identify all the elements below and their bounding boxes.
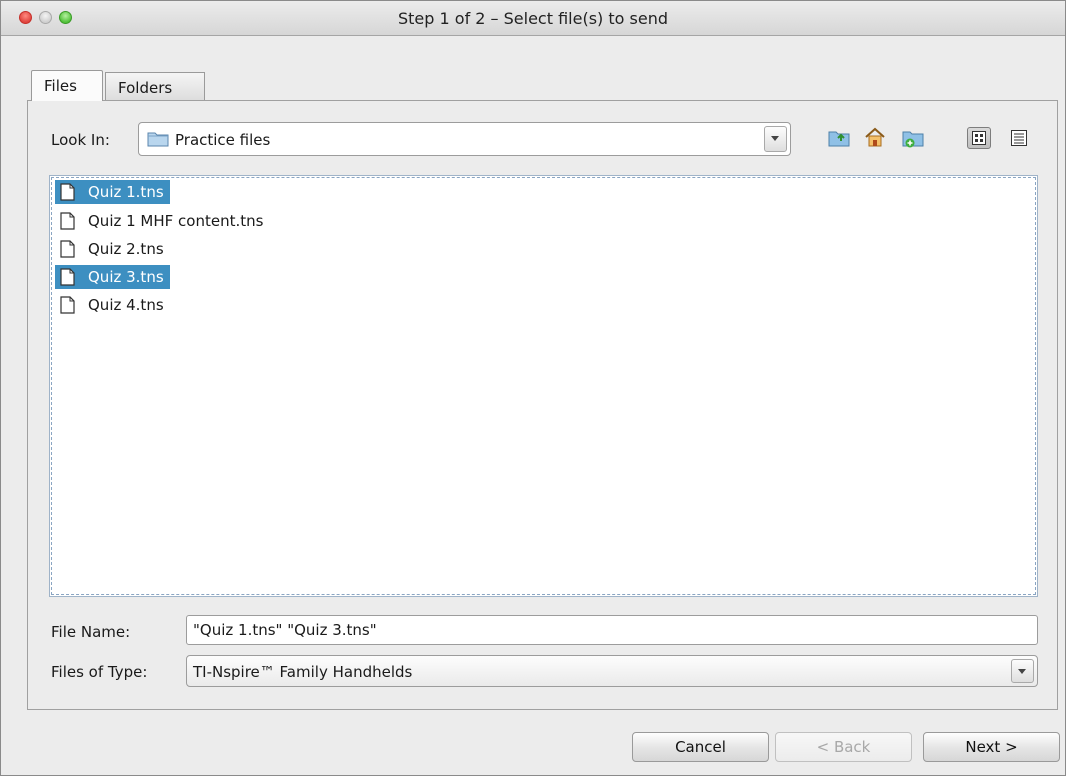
- next-button[interactable]: Next >: [923, 732, 1060, 762]
- tab-files[interactable]: Files: [31, 70, 103, 101]
- details-view-button[interactable]: [1007, 127, 1031, 149]
- look-in-dropdown-icon[interactable]: [764, 126, 787, 152]
- window-title: Step 1 of 2 – Select file(s) to send: [398, 9, 668, 28]
- folder-icon: [147, 132, 169, 147]
- file-name-input[interactable]: "Quiz 1.tns" "Quiz 3.tns": [186, 615, 1038, 645]
- tab-folders[interactable]: Folders: [105, 72, 205, 101]
- dialog-window: Step 1 of 2 – Select file(s) to send Fil…: [0, 0, 1066, 776]
- list-view-button[interactable]: [967, 127, 991, 149]
- new-folder-icon[interactable]: [901, 127, 925, 149]
- file-item[interactable]: Quiz 1.tns: [55, 180, 170, 204]
- title-bar[interactable]: Step 1 of 2 – Select file(s) to send: [1, 1, 1065, 36]
- files-of-type-combobox[interactable]: TI-Nspire™ Family Handhelds: [186, 655, 1038, 687]
- file-name: Quiz 4.tns: [88, 296, 164, 314]
- file-name: Quiz 3.tns: [88, 268, 164, 286]
- files-of-type-dropdown-icon[interactable]: [1011, 659, 1034, 683]
- document-icon: [60, 268, 75, 286]
- look-in-value: Practice files: [175, 131, 271, 149]
- file-list[interactable]: Quiz 1.tns Quiz 1 MHF content.tns Quiz 2…: [49, 175, 1038, 597]
- file-item[interactable]: Quiz 4.tns: [55, 293, 170, 317]
- file-name-label: File Name:: [51, 623, 131, 641]
- look-in-combobox[interactable]: Practice files: [138, 122, 791, 156]
- home-icon[interactable]: [863, 126, 887, 148]
- look-in-label: Look In:: [51, 131, 110, 149]
- document-icon: [60, 183, 75, 201]
- file-name: Quiz 2.tns: [88, 240, 164, 258]
- list-view-icon: [972, 131, 986, 145]
- back-button[interactable]: < Back: [775, 732, 912, 762]
- document-icon: [60, 296, 75, 314]
- details-view-icon: [1011, 130, 1027, 146]
- files-of-type-label: Files of Type:: [51, 663, 148, 681]
- file-item[interactable]: Quiz 3.tns: [55, 265, 170, 289]
- files-of-type-value: TI-Nspire™ Family Handhelds: [193, 663, 413, 681]
- up-folder-icon[interactable]: [827, 127, 851, 149]
- file-item[interactable]: Quiz 2.tns: [55, 237, 170, 261]
- document-icon: [60, 212, 75, 230]
- cancel-button[interactable]: Cancel: [632, 732, 769, 762]
- file-name: Quiz 1 MHF content.tns: [88, 212, 264, 230]
- file-name: Quiz 1.tns: [88, 183, 164, 201]
- file-item[interactable]: Quiz 1 MHF content.tns: [55, 209, 269, 233]
- document-icon: [60, 240, 75, 258]
